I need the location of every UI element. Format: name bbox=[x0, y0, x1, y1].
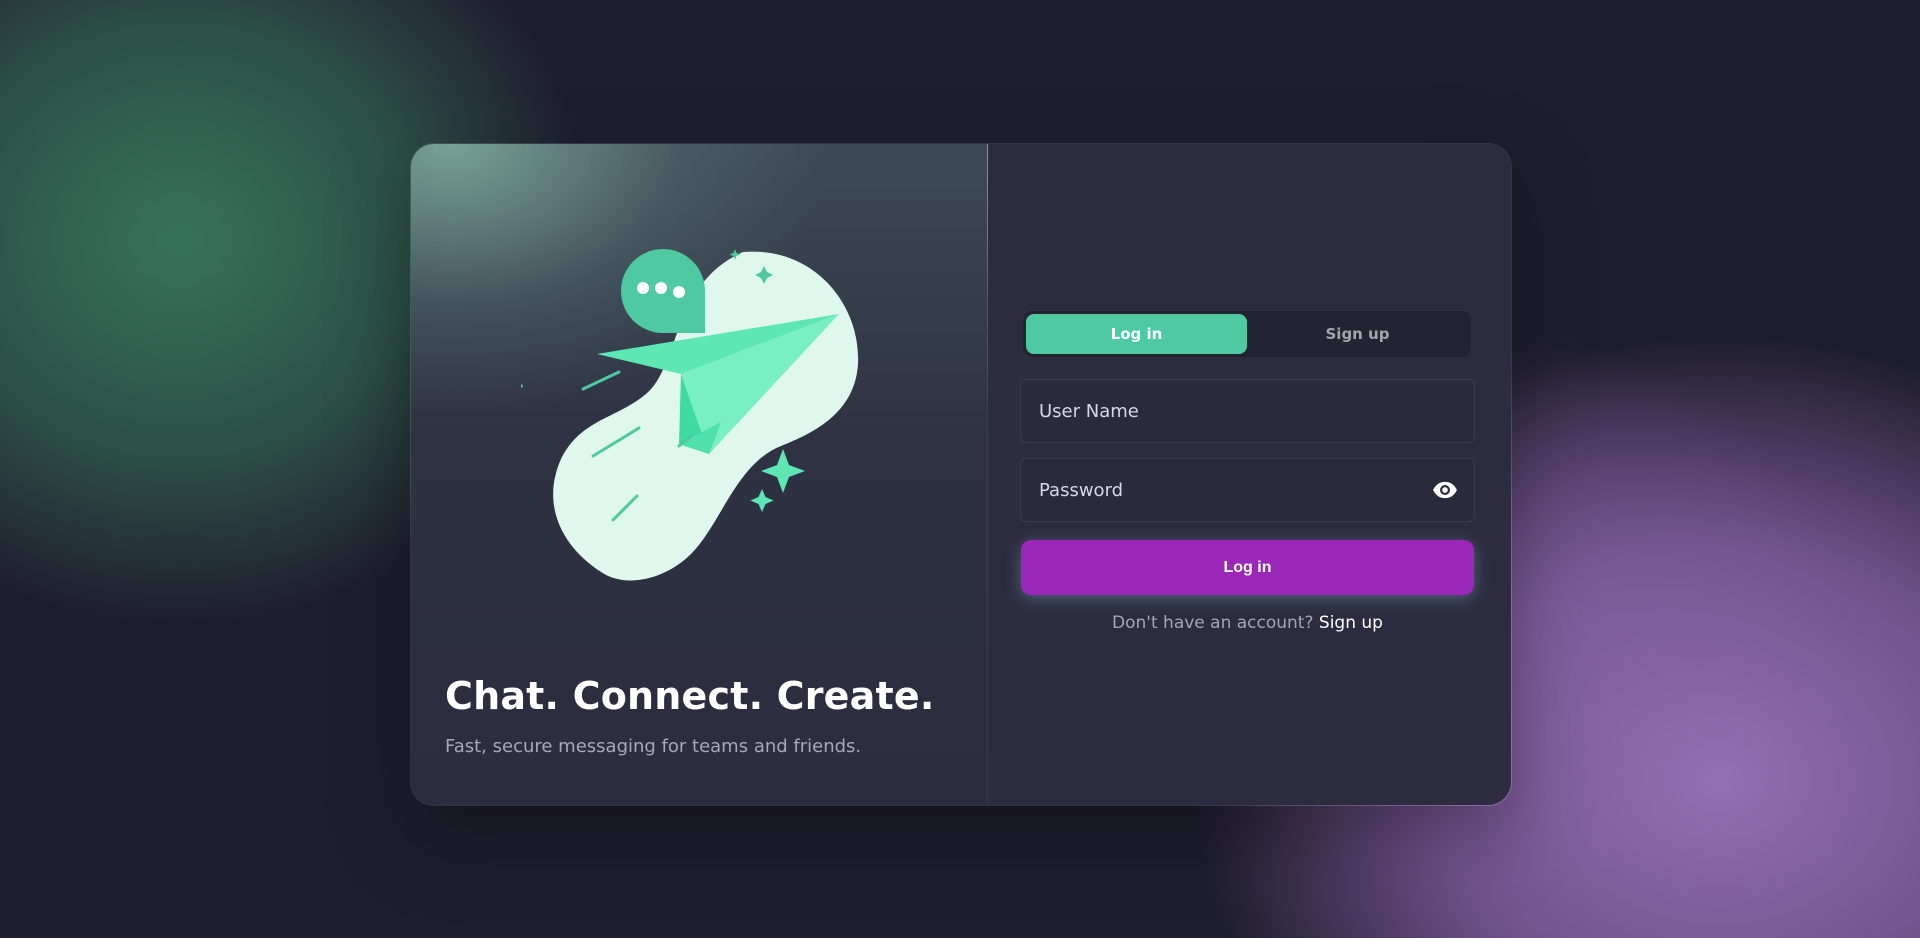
password-input[interactable] bbox=[1037, 478, 1432, 502]
username-input[interactable] bbox=[1037, 399, 1458, 423]
paper-plane-chat-illustration bbox=[521, 249, 859, 581]
login-button[interactable]: Log in bbox=[1021, 540, 1474, 595]
tab-signup[interactable]: Sign up bbox=[1247, 314, 1468, 354]
signup-link[interactable]: Sign up bbox=[1319, 613, 1383, 633]
hero-subline: Fast, secure messaging for teams and fri… bbox=[445, 736, 862, 757]
username-field bbox=[1020, 379, 1475, 443]
hero-panel: Chat. Connect. Create. Fast, secure mess… bbox=[411, 144, 988, 805]
chat-bubble-icon bbox=[621, 249, 705, 333]
eye-icon[interactable] bbox=[1432, 477, 1458, 503]
signup-prompt: Don't have an account? Sign up bbox=[1021, 613, 1474, 633]
signup-prompt-text: Don't have an account? bbox=[1112, 613, 1314, 633]
hero-headline: Chat. Connect. Create. bbox=[445, 674, 935, 718]
password-field bbox=[1020, 458, 1475, 522]
tab-login[interactable]: Log in bbox=[1026, 314, 1247, 354]
auth-tabs: Log in Sign up bbox=[1022, 310, 1472, 358]
